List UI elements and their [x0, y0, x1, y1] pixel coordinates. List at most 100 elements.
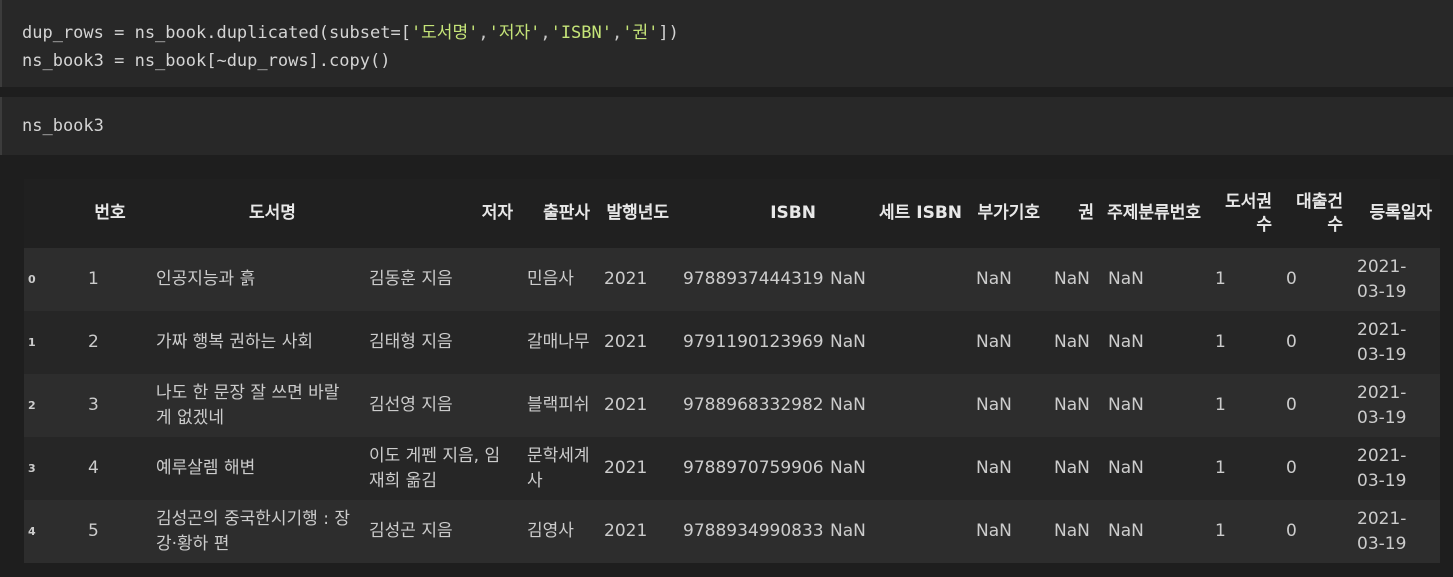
- column-header-세트isbn: 세트 ISBN: [879, 203, 962, 223]
- cell-주제분류번호: NaN: [1108, 269, 1144, 289]
- cell-isbn: 9788970759906: [683, 458, 824, 478]
- cell-도서권수: 1: [1215, 269, 1226, 289]
- code-token: ns_book3: [22, 116, 104, 136]
- cell-번호: 3: [88, 395, 99, 415]
- table-row: 2 3 나도 한 문장 잘 쓰면 바랄 게 없겠네 김선영 지음 블랙피쉬 2021 978…: [24, 374, 1440, 437]
- cell-출판사: 민음사: [527, 269, 574, 289]
- cell-권: NaN: [1054, 332, 1090, 352]
- cell-발행년도: 2021: [604, 395, 648, 415]
- cell-대출건수: 0: [1286, 269, 1297, 289]
- cell-부가기호: NaN: [976, 269, 1012, 289]
- cell-세트isbn: NaN: [830, 269, 866, 289]
- cell-도서명: 가짜 행복 권하는 사회: [156, 332, 313, 352]
- cell-대출건수: 0: [1286, 521, 1297, 541]
- table-header-row: 번호 도서명 저자 출판사 발행년도 ISBN 세트 ISBN 부가기호 권 주…: [24, 179, 1440, 248]
- cell-주제분류번호: NaN: [1108, 458, 1144, 478]
- cell-row-index: 3: [28, 462, 36, 475]
- cell-row-index: 1: [28, 336, 36, 349]
- cell-도서권수: 1: [1215, 395, 1226, 415]
- cell-등록일자: 2021-03-19: [1357, 508, 1407, 554]
- column-header-등록일자: 등록일자: [1369, 203, 1432, 223]
- table-row: 1 2 가짜 행복 권하는 사회 김태형 지음 갈매나무 2021 979119012396…: [24, 311, 1440, 374]
- cell-도서명: 나도 한 문장 잘 쓰면 바랄 게 없겠네: [156, 382, 340, 428]
- cell-저자: 김동훈 지음: [369, 269, 453, 289]
- cell-isbn: 9791190123969: [683, 332, 824, 352]
- cell-도서권수: 1: [1215, 458, 1226, 478]
- string-literal: '권': [622, 23, 659, 43]
- cell-저자: 김태형 지음: [369, 332, 453, 352]
- cell-저자: 이도 게펜 지음, 임재희 옮김: [369, 445, 501, 491]
- cell-isbn: 9788937444319: [683, 269, 824, 289]
- code-line-1: dup_rows = ns_book.duplicated(subset=['도…: [22, 19, 679, 47]
- cell-세트isbn: NaN: [830, 332, 866, 352]
- cell-부가기호: NaN: [976, 395, 1012, 415]
- code-token: ]): [658, 23, 679, 43]
- cell-발행년도: 2021: [604, 269, 648, 289]
- cell-대출건수: 0: [1286, 332, 1297, 352]
- string-literal: '도서명': [410, 23, 479, 43]
- column-header-대출건수: 대출건수: [1296, 191, 1343, 235]
- dataframe-table: 번호 도서명 저자 출판사 발행년도 ISBN 세트 ISBN 부가기호 권 주…: [24, 179, 1440, 563]
- cell-도서권수: 1: [1215, 332, 1226, 352]
- table-row: 0 1 인공지능과 흙 김동훈 지음 민음사 2021 9788937444319 NaN Na…: [24, 248, 1440, 311]
- cell-번호: 2: [88, 332, 99, 352]
- code-token: ,: [540, 23, 551, 43]
- cell-isbn: 9788968332982: [683, 395, 824, 415]
- column-header-도서명: 도서명: [249, 203, 296, 223]
- code-editor-1[interactable]: dup_rows = ns_book.duplicated(subset=['도…: [22, 19, 679, 75]
- table-row: 3 4 예루살렘 해변 이도 게펜 지음, 임재희 옮김 문학세계사 2021 978897…: [24, 437, 1440, 500]
- cell-isbn: 9788934990833: [683, 521, 824, 541]
- cell-출판사: 갈매나무: [527, 332, 590, 352]
- cell-출판사: 김영사: [527, 521, 574, 541]
- cell-주제분류번호: NaN: [1108, 332, 1144, 352]
- cell-부가기호: NaN: [976, 521, 1012, 541]
- code-line-2: ns_book3 = ns_book[~dup_rows].copy(): [22, 47, 679, 75]
- code-token: ns_book3 = ns_book[~dup_rows].copy(): [22, 51, 391, 71]
- cell-세트isbn: NaN: [830, 458, 866, 478]
- cell-등록일자: 2021-03-19: [1357, 256, 1407, 302]
- cell-row-index: 4: [28, 525, 36, 538]
- column-header-도서권수: 도서권수: [1225, 191, 1272, 235]
- string-literal: '저자': [488, 23, 541, 43]
- cell-row-index: 2: [28, 399, 36, 412]
- cell-대출건수: 0: [1286, 395, 1297, 415]
- column-header-권: 권: [1078, 203, 1094, 223]
- code-token: ,: [478, 23, 489, 43]
- column-header-출판사: 출판사: [543, 203, 590, 223]
- cell-부가기호: NaN: [976, 458, 1012, 478]
- string-literal: 'ISBN': [550, 23, 612, 43]
- code-token: ,: [612, 23, 623, 43]
- code-cell-2[interactable]: ns_book3: [0, 97, 1453, 155]
- cell-부가기호: NaN: [976, 332, 1012, 352]
- cell-권: NaN: [1054, 395, 1090, 415]
- cell-권: NaN: [1054, 521, 1090, 541]
- cell-권: NaN: [1054, 269, 1090, 289]
- column-header-번호: 번호: [94, 203, 126, 223]
- cell-등록일자: 2021-03-19: [1357, 445, 1407, 491]
- column-header-부가기호: 부가기호: [977, 203, 1040, 223]
- cell-발행년도: 2021: [604, 332, 648, 352]
- cell-출판사: 문학세계사: [527, 445, 590, 491]
- column-header-주제분류번호: 주제분류번호: [1107, 203, 1201, 223]
- cell-주제분류번호: NaN: [1108, 521, 1144, 541]
- cell-등록일자: 2021-03-19: [1357, 319, 1407, 365]
- code-token: dup_rows = ns_book.duplicated(subset=[: [22, 23, 411, 43]
- column-header-index: [24, 179, 74, 248]
- code-cell-1[interactable]: dup_rows = ns_book.duplicated(subset=['도…: [0, 0, 1453, 87]
- table-row: 4 5 김성곤의 중국한시기행 : 장강·황하 편 김성곤 지음 김영사 2021 9788…: [24, 500, 1440, 563]
- cell-등록일자: 2021-03-19: [1357, 382, 1407, 428]
- cell-대출건수: 0: [1286, 458, 1297, 478]
- code-editor-2[interactable]: ns_book3: [22, 112, 104, 140]
- cell-도서명: 예루살렘 해변: [156, 458, 256, 478]
- cell-output: 번호 도서명 저자 출판사 발행년도 ISBN 세트 ISBN 부가기호 권 주…: [24, 179, 1440, 565]
- cell-도서권수: 1: [1215, 521, 1226, 541]
- cell-도서명: 김성곤의 중국한시기행 : 장강·황하 편: [156, 508, 350, 554]
- cell-세트isbn: NaN: [830, 395, 866, 415]
- cell-도서명: 인공지능과 흙: [156, 269, 256, 289]
- cell-저자: 김선영 지음: [369, 395, 453, 415]
- cell-권: NaN: [1054, 458, 1090, 478]
- cell-발행년도: 2021: [604, 458, 648, 478]
- cell-번호: 4: [88, 458, 99, 478]
- column-header-저자: 저자: [481, 203, 513, 223]
- cell-세트isbn: NaN: [830, 521, 866, 541]
